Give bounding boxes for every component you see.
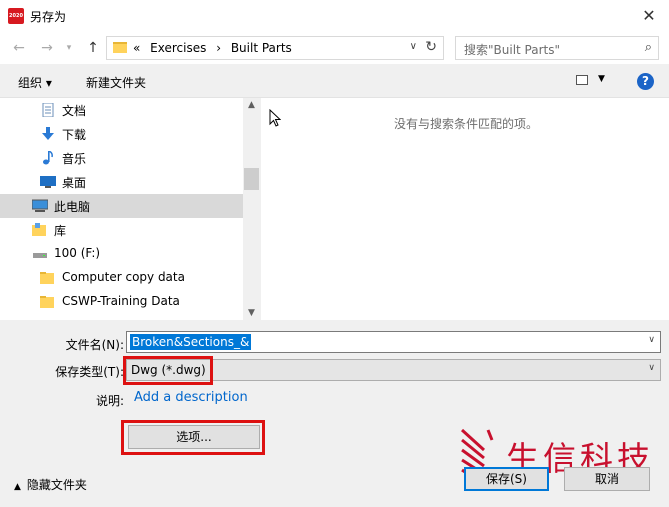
folder-icon: [40, 272, 54, 284]
tree-item-downloads[interactable]: 下载: [0, 122, 243, 146]
download-icon: [42, 127, 54, 140]
navigation-bar: ← → ▾ ↑ « Exercises › Built Parts ∨ ↻ 搜索…: [0, 32, 669, 64]
filename-label: 文件名(N):: [65, 338, 124, 352]
tree-item-this-pc[interactable]: 此电脑: [0, 194, 243, 218]
tree-item-documents[interactable]: 文档: [0, 98, 243, 122]
music-icon: [43, 151, 53, 165]
forward-arrow-icon[interactable]: →: [38, 39, 56, 57]
help-icon[interactable]: ?: [637, 73, 654, 90]
mouse-cursor-icon: [269, 109, 281, 127]
tree-item-label: 此电脑: [54, 200, 91, 214]
filename-field[interactable]: Broken&Sections_& ∨: [126, 331, 661, 353]
hide-folders-toggle[interactable]: ▲ 隐藏文件夹: [14, 476, 87, 493]
tree-item-library[interactable]: 库: [0, 218, 243, 242]
app-icon: 2020: [8, 8, 24, 24]
chevron-up-icon: ▲: [14, 482, 21, 492]
tree-item-label: 桌面: [62, 176, 87, 190]
highlight-box-options: [121, 420, 265, 455]
breadcrumb-separator: ›: [216, 41, 221, 55]
search-placeholder: 搜索"Built Parts": [464, 43, 561, 57]
tree-item-label: 100 (F:): [54, 246, 101, 260]
close-icon[interactable]: ✕: [639, 6, 659, 26]
new-folder-button[interactable]: 新建文件夹: [86, 74, 146, 91]
hide-folders-label: 隐藏文件夹: [26, 478, 87, 492]
folder-icon: [40, 296, 54, 308]
breadcrumb-overflow[interactable]: «: [133, 41, 140, 55]
view-options-icon[interactable]: [576, 75, 588, 85]
back-arrow-icon[interactable]: ←: [10, 39, 28, 57]
tree-item-label: 文档: [62, 104, 87, 118]
highlight-box-filetype: [123, 356, 213, 385]
scroll-up-icon[interactable]: ▲: [243, 100, 260, 110]
recent-dropdown-icon[interactable]: ▾: [60, 39, 78, 57]
search-input[interactable]: 搜索"Built Parts" ⌕: [455, 36, 659, 60]
file-list-pane[interactable]: 没有与搜索条件匹配的项。: [261, 98, 669, 320]
filetype-label: 保存类型(T):: [55, 365, 124, 379]
chevron-down-icon[interactable]: ∨: [410, 41, 417, 52]
toolbar: 组织 ▾ 新建文件夹 ▼ ?: [0, 64, 669, 98]
tree-item-label: 库: [54, 224, 67, 238]
cancel-button[interactable]: 取消: [564, 467, 650, 491]
search-icon: ⌕: [644, 40, 652, 55]
title-bar: 2020 另存为 ✕: [0, 0, 669, 32]
tree-item-cswp-training-data[interactable]: CSWP-Training Data: [0, 290, 243, 314]
save-form: 文件名(N): Broken&Sections_& ∨ 保存类型(T): Dwg…: [0, 320, 669, 507]
tree-item-label: Computer copy data: [62, 270, 185, 284]
up-arrow-icon[interactable]: ↑: [84, 39, 102, 57]
chevron-down-icon[interactable]: ∨: [648, 335, 655, 345]
tree-item-label: 下载: [62, 128, 87, 142]
scroll-down-icon[interactable]: ▼: [243, 308, 260, 318]
navigation-pane: 文档 下载 音乐 桌面 此电脑 库 100 (F:) Computer copy…: [0, 98, 260, 320]
filename-value: Broken&Sections_&: [130, 334, 252, 350]
computer-icon: [32, 199, 48, 212]
breadcrumb-built-parts[interactable]: Built Parts: [231, 41, 292, 55]
breadcrumb-exercises[interactable]: Exercises: [150, 41, 206, 55]
tree-item-drive-f[interactable]: 100 (F:): [0, 242, 243, 266]
tree-item-desktop[interactable]: 桌面: [0, 170, 243, 194]
address-bar[interactable]: « Exercises › Built Parts ∨ ↻: [106, 36, 444, 60]
empty-results-message: 没有与搜索条件匹配的项。: [394, 117, 539, 131]
scrollbar-thumb[interactable]: [244, 168, 259, 190]
drive-icon: [33, 253, 47, 258]
library-icon: [32, 223, 46, 236]
view-dropdown-icon[interactable]: ▼: [598, 74, 605, 84]
tree-item-computer-copy-data[interactable]: Computer copy data: [0, 266, 243, 290]
breadcrumb: « Exercises › Built Parts: [133, 41, 298, 55]
folder-icon: [113, 42, 127, 53]
window-title: 另存为: [30, 10, 67, 24]
organize-button[interactable]: 组织 ▾: [18, 74, 52, 91]
tree-item-music[interactable]: 音乐: [0, 146, 243, 170]
description-label: 说明:: [95, 394, 124, 408]
add-description-link[interactable]: Add a description: [134, 390, 248, 405]
tree-scrollbar[interactable]: ▲ ▼: [243, 98, 260, 320]
tree-item-label: 音乐: [62, 152, 87, 166]
chevron-down-icon[interactable]: ∨: [648, 363, 655, 373]
tree-item-label: CSWP-Training Data: [62, 294, 180, 308]
document-icon: [42, 103, 54, 117]
desktop-icon: [40, 176, 56, 188]
save-button[interactable]: 保存(S): [464, 467, 549, 491]
refresh-icon[interactable]: ↻: [425, 39, 437, 55]
